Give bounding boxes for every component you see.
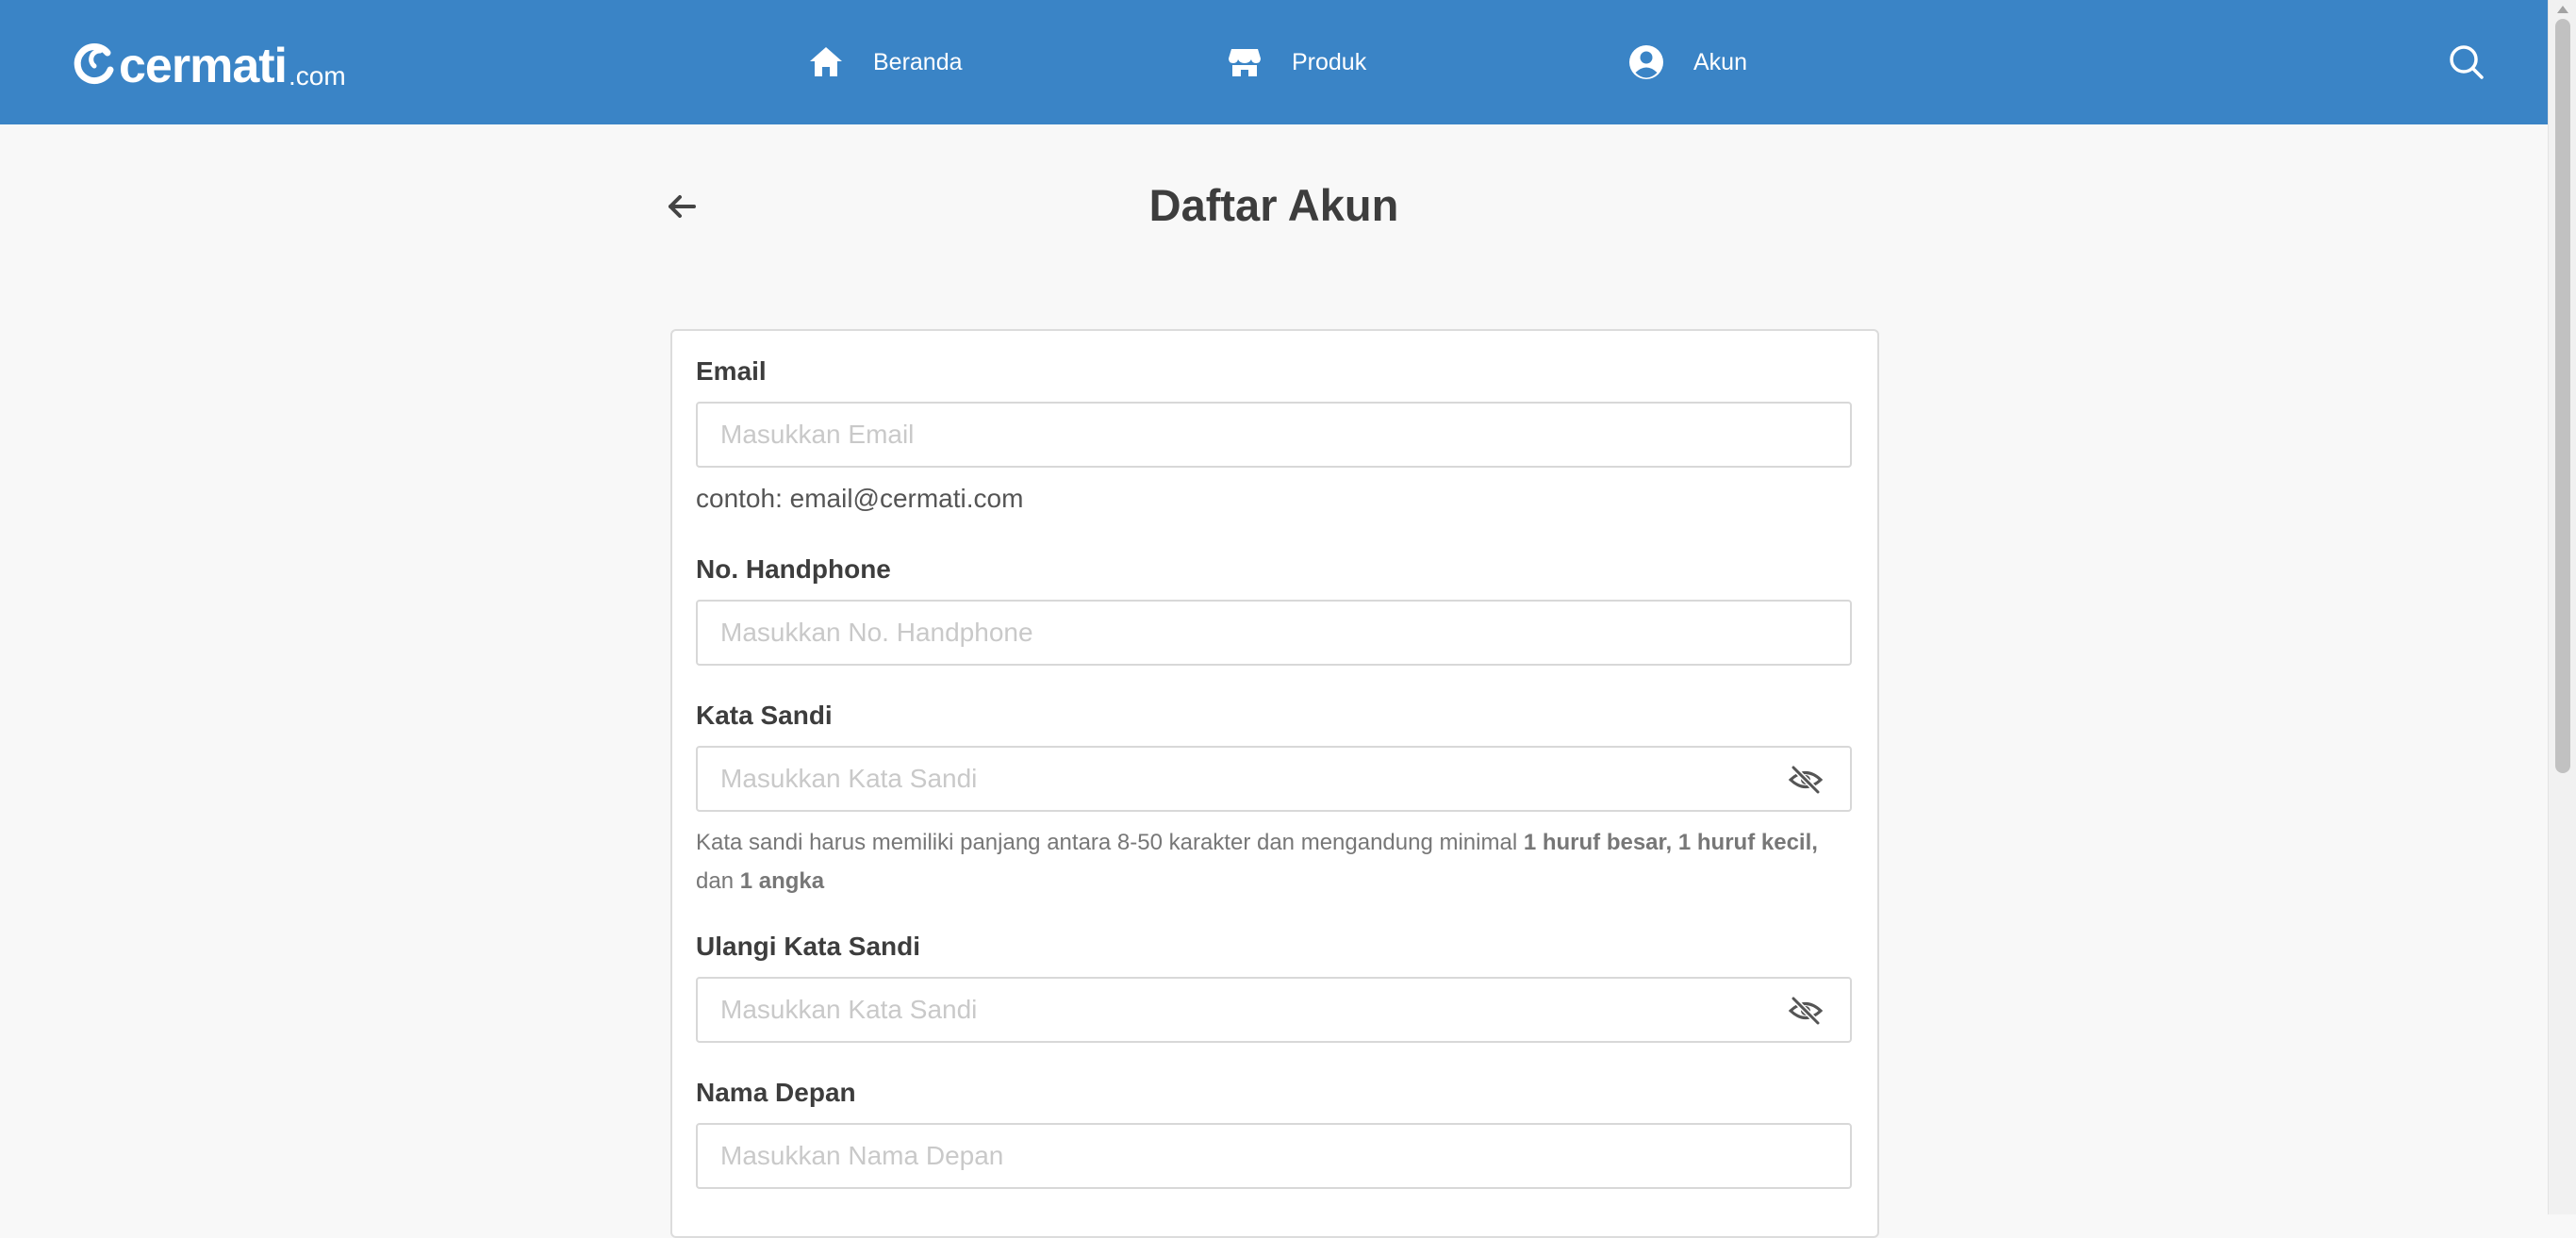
hint-bold-number: 1 angka <box>739 868 825 894</box>
password-label: Kata Sandi <box>696 701 833 730</box>
phone-field[interactable] <box>696 600 1852 666</box>
scrollbar-thumb[interactable] <box>2555 19 2570 773</box>
scroll-up-arrow-icon[interactable] <box>2557 6 2568 13</box>
email-label: Email <box>696 356 767 386</box>
nav-item-produk[interactable]: Produk <box>1226 41 1366 83</box>
cermati-swirl-icon <box>74 43 114 85</box>
search-icon[interactable] <box>2448 43 2485 81</box>
email-field[interactable] <box>696 402 1852 468</box>
email-example-helper: contoh: email@cermati.com <box>696 484 1024 513</box>
first-name-input[interactable] <box>720 1125 1776 1187</box>
email-input[interactable] <box>720 404 1776 466</box>
hint-text-dan: dan <box>696 868 740 894</box>
user-circle-icon <box>1629 45 1663 79</box>
password-input[interactable] <box>720 748 1776 810</box>
page-scrollbar[interactable] <box>2548 0 2576 1214</box>
eye-off-icon[interactable] <box>1788 995 1824 1027</box>
first-name-field[interactable] <box>696 1123 1852 1189</box>
hint-bold-case: 1 huruf besar, 1 huruf kecil, <box>1523 830 1818 855</box>
top-navbar: cermati .com Beranda Produk Akun <box>0 0 2548 124</box>
logo-wordmark: cermati <box>119 39 288 93</box>
phone-label: No. Handphone <box>696 554 891 584</box>
home-icon <box>810 47 842 76</box>
nav-item-akun[interactable]: Akun <box>1627 41 1747 83</box>
confirm-password-label: Ulangi Kata Sandi <box>696 932 921 961</box>
hint-text: Kata sandi harus memiliki panjang antara… <box>696 830 1524 855</box>
confirm-password-field[interactable] <box>696 977 1852 1043</box>
first-name-label: Nama Depan <box>696 1078 856 1107</box>
password-field[interactable] <box>696 746 1852 812</box>
phone-input[interactable] <box>720 602 1776 664</box>
nav-label-beranda: Beranda <box>873 48 963 75</box>
confirm-password-input[interactable] <box>720 979 1776 1041</box>
logo-suffix: .com <box>289 61 346 91</box>
nav-item-beranda[interactable]: Beranda <box>807 41 963 83</box>
cermati-logo[interactable]: cermati .com <box>72 38 346 91</box>
password-requirements-hint: Kata sandi harus memiliki panjang antara… <box>696 823 1865 900</box>
nav-label-akun: Akun <box>1693 48 1747 75</box>
register-form-card: Email contoh: email@cermati.com No. Hand… <box>670 329 1879 1238</box>
page-title: Daftar Akun <box>1148 180 1399 230</box>
store-icon <box>1229 49 1261 76</box>
eye-off-icon[interactable] <box>1788 764 1824 796</box>
nav-label-produk: Produk <box>1292 48 1367 75</box>
